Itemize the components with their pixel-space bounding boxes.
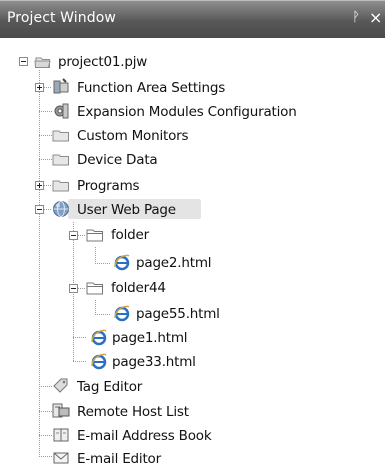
ie-page-icon (114, 254, 130, 271)
tree-node-label: Custom Monitors (77, 128, 189, 144)
window-title: Project Window (7, 10, 116, 26)
tree-node-email-editor[interactable]: E-mail Editor (0, 447, 385, 469)
folder-outline-icon (86, 229, 103, 242)
collapse-toggle[interactable] (69, 231, 78, 240)
folder-icon (52, 130, 69, 142)
expand-toggle[interactable] (35, 83, 44, 92)
tree-node-label: page2.html (136, 255, 212, 271)
folder-outline-icon (86, 282, 103, 295)
tree-node-label: folder44 (111, 280, 166, 296)
tree-node-label: Remote Host List (77, 404, 189, 420)
tree-node-custom-monitors[interactable]: Custom Monitors (0, 125, 385, 147)
collapse-toggle[interactable] (35, 205, 44, 214)
collapse-toggle[interactable] (69, 284, 78, 293)
collapse-toggle[interactable] (19, 57, 28, 66)
project-window: Project Window ᚹ × project01.pjw Functio… (0, 0, 385, 471)
close-icon[interactable]: × (369, 8, 385, 28)
tree-node-label: page33.html (112, 354, 196, 370)
folder-icon (52, 154, 69, 166)
tree-node-remote-host-list[interactable]: Remote Host List (0, 401, 385, 423)
folder-open-icon (34, 57, 51, 68)
tree-node-page2-html[interactable]: page2.html (0, 252, 385, 274)
ie-page-icon (91, 353, 107, 370)
tree-node-folder44[interactable]: folder44 (0, 278, 385, 300)
function-area-icon (53, 78, 69, 94)
tree-node-email-address-book[interactable]: E-mail Address Book (0, 425, 385, 447)
tree-node-label: Function Area Settings (77, 80, 226, 96)
tag-icon (53, 378, 68, 393)
tree-node-project-root[interactable]: project01.pjw (0, 52, 385, 74)
envelope-icon (53, 452, 69, 464)
tree-node-label: page1.html (112, 330, 188, 346)
title-bar: Project Window ᚹ × (0, 0, 385, 38)
tree-node-page1-html[interactable]: page1.html (0, 327, 385, 349)
ie-page-icon (114, 305, 130, 322)
tree-node-label: page55.html (136, 306, 220, 322)
tree-node-page55-html[interactable]: page55.html (0, 303, 385, 325)
tree-node-tag-editor[interactable]: Tag Editor (0, 376, 385, 398)
tree-node-function-area-settings[interactable]: Function Area Settings (0, 77, 385, 99)
tree-node-label: Expansion Modules Configuration (77, 104, 297, 120)
expand-toggle[interactable] (35, 181, 44, 190)
globe-icon (53, 201, 69, 217)
tree-node-expansion-modules[interactable]: Expansion Modules Configuration (0, 101, 385, 123)
folder-icon (52, 180, 69, 192)
tree-node-label: project01.pjw (58, 54, 148, 70)
tree-node-label: E-mail Editor (77, 451, 161, 467)
tree-node-label: Programs (77, 178, 140, 194)
remote-host-icon (52, 403, 70, 418)
address-book-icon (53, 428, 69, 442)
tree-node-label: User Web Page (77, 202, 176, 218)
ie-page-icon (91, 329, 107, 346)
pin-icon[interactable]: ᚹ (349, 9, 363, 27)
gear-icon (54, 103, 69, 119)
tree-node-page33-html[interactable]: page33.html (0, 351, 385, 373)
tree-node-device-data[interactable]: Device Data (0, 149, 385, 171)
tree-node-label: folder (111, 227, 149, 243)
tree-node-folder[interactable]: folder (0, 225, 385, 247)
project-tree: project01.pjw Function Area Settings Exp… (0, 38, 385, 471)
tree-node-label: Tag Editor (77, 379, 143, 395)
tree-node-programs[interactable]: Programs (0, 175, 385, 197)
tree-node-label: Device Data (77, 152, 158, 168)
tree-node-label: E-mail Address Book (77, 428, 212, 444)
tree-node-user-web-page[interactable]: User Web Page (0, 199, 385, 221)
